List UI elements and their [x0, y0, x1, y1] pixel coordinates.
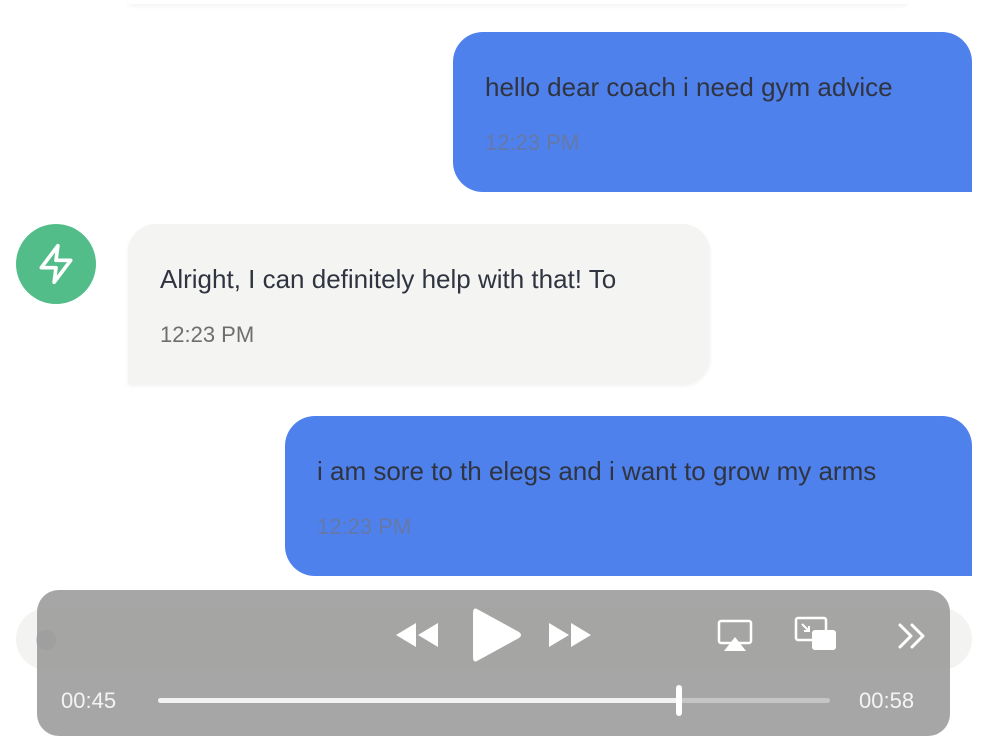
progress-fill	[158, 698, 680, 703]
media-player-overlay: 00:45 00:58	[37, 590, 950, 736]
scrubber-thumb[interactable]	[676, 685, 683, 716]
lightning-bolt-icon	[39, 243, 73, 285]
skip-forward-icon	[898, 623, 925, 649]
user-message-bubble: hello dear coach i need gym advice 12:23…	[453, 32, 972, 192]
message-timestamp: 12:23 PM	[485, 130, 580, 155]
airplay-icon	[717, 619, 753, 651]
total-time: 00:58	[859, 688, 915, 713]
message-timestamp: 12:23 PM	[160, 322, 255, 347]
rewind-button[interactable]	[392, 614, 442, 656]
play-icon	[473, 608, 521, 662]
elapsed-time: 00:45	[61, 688, 117, 713]
previous-message-edge	[128, 0, 908, 4]
bot-avatar	[16, 224, 96, 304]
rewind-icon	[396, 623, 438, 647]
message-timestamp: 12:23 PM	[317, 514, 412, 539]
message-text: i am sore to th elegs and i want to grow…	[317, 456, 877, 486]
picture-in-picture-button[interactable]	[793, 614, 839, 654]
skip-forward-button[interactable]	[895, 616, 929, 656]
play-button[interactable]	[467, 604, 527, 666]
fast-forward-icon	[549, 623, 591, 647]
bot-message-bubble: Alright, I can definitely help with that…	[128, 224, 710, 384]
message-text: hello dear coach i need gym advice	[485, 72, 893, 102]
message-text: Alright, I can definitely help with that…	[160, 264, 617, 294]
airplay-button[interactable]	[715, 616, 755, 656]
user-message-bubble: i am sore to th elegs and i want to grow…	[285, 416, 972, 576]
progress-scrubber[interactable]	[158, 685, 830, 716]
picture-in-picture-icon	[794, 616, 836, 650]
fast-forward-button[interactable]	[545, 614, 595, 656]
chat-screen: hello dear coach i need gym advice 12:23…	[0, 0, 992, 750]
